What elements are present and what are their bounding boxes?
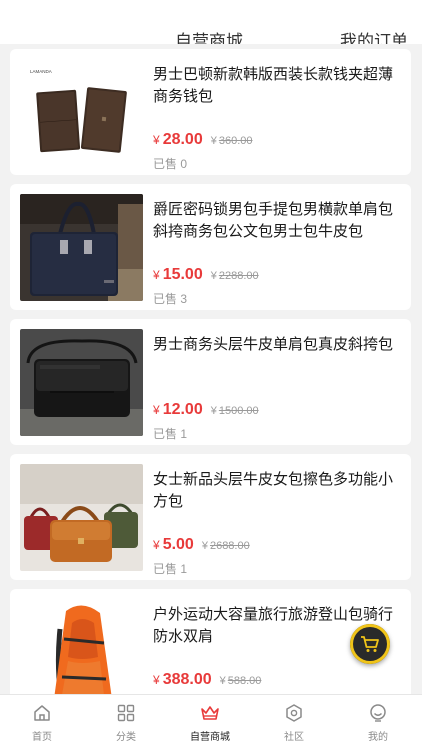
product-card[interactable]: LAMANDA 男士巴顿新款韩版西装长款钱夹超薄商务钱包 ¥ 28.00 ¥ 3…	[10, 49, 411, 175]
tab-self-mall[interactable]: 自营商城	[175, 32, 243, 44]
tab-label: 自营商城	[190, 732, 230, 743]
bottom-tab-bar: 首页 分类 自营商城 社区 我的	[0, 694, 422, 750]
tab-profile[interactable]: 我的	[336, 695, 420, 750]
product-title[interactable]: 爵匠密码锁男包手提包男横款单肩包斜挎商务包公文包男士包牛皮包	[153, 199, 398, 243]
original-price: 2288.00	[218, 270, 259, 282]
crown-icon	[201, 706, 219, 720]
profile-icon	[370, 704, 386, 722]
price-row: ¥ 15.00 ¥ 2288.00	[153, 266, 259, 288]
briefcase-image	[20, 194, 143, 301]
currency-symbol: ¥	[153, 268, 160, 282]
sold-count: 已售 1	[153, 562, 188, 576]
product-title[interactable]: 女士新品头层牛皮女包擦色多功能小方包	[153, 469, 398, 513]
price-row: ¥ 5.00 ¥ 2688.00	[153, 536, 250, 558]
messenger-bag-image	[20, 329, 143, 436]
product-image-handbags[interactable]	[20, 464, 143, 571]
product-list: LAMANDA 男士巴顿新款韩版西装长款钱夹超薄商务钱包 ¥ 28.00 ¥ 3…	[0, 44, 422, 694]
product-card[interactable]: 男士商务头层牛皮单肩包真皮斜挎包 ¥ 12.00 ¥ 1500.00 已售 1	[10, 319, 411, 445]
original-price: 1500.00	[218, 405, 259, 417]
price-row: ¥ 28.00 ¥ 360.00	[153, 131, 253, 153]
community-icon	[286, 704, 302, 722]
price-row: ¥ 12.00 ¥ 1500.00	[153, 401, 259, 423]
tab-label: 分类	[116, 732, 136, 743]
app-screen: 自营商城 我的订单 LAMANDA 男士巴顿新款韩版西装长款钱夹超薄商务钱包 ¥…	[0, 0, 422, 750]
product-image-backpack[interactable]	[20, 599, 143, 694]
currency-symbol: ¥	[153, 673, 160, 687]
original-currency-symbol: ¥	[201, 540, 208, 552]
sold-count: 已售 3	[153, 292, 188, 306]
tab-label: 我的	[368, 732, 388, 743]
tab-category[interactable]: 分类	[84, 695, 168, 750]
product-title[interactable]: 男士商务头层牛皮单肩包真皮斜挎包	[153, 334, 398, 356]
brand-mark: LAMANDA	[30, 69, 52, 74]
original-price: 588.00	[227, 675, 262, 687]
original-price: 2688.00	[209, 540, 250, 552]
product-image-messenger-bag[interactable]	[20, 329, 143, 436]
price-row: ¥ 388.00 ¥ 588.00	[153, 671, 261, 693]
backpack-image	[20, 599, 143, 694]
original-currency-symbol: ¥	[210, 135, 217, 147]
sale-price: 388.00	[162, 671, 212, 688]
category-grid-icon	[117, 704, 135, 722]
original-currency-symbol: ¥	[210, 405, 217, 417]
home-icon	[34, 705, 50, 721]
sale-price: 15.00	[162, 266, 203, 283]
product-card[interactable]: 爵匠密码锁男包手提包男横款单肩包斜挎商务包公文包男士包牛皮包 ¥ 15.00 ¥…	[10, 184, 411, 310]
product-image-wallets[interactable]: LAMANDA	[20, 59, 143, 166]
tab-community[interactable]: 社区	[252, 695, 336, 750]
sale-price: 28.00	[162, 131, 203, 148]
shopping-cart-icon	[361, 636, 379, 652]
tab-label: 首页	[32, 732, 52, 743]
tab-label: 社区	[284, 732, 304, 743]
currency-symbol: ¥	[153, 133, 160, 147]
product-card[interactable]: 女士新品头层牛皮女包擦色多功能小方包 ¥ 5.00 ¥ 2688.00 已售 1	[10, 454, 411, 580]
cart-button[interactable]	[350, 624, 390, 664]
original-currency-symbol: ¥	[210, 270, 217, 282]
original-price: 360.00	[218, 135, 253, 147]
sale-price: 5.00	[162, 536, 194, 553]
original-currency-symbol: ¥	[219, 675, 226, 687]
tab-self-mall-nav[interactable]: 自营商城	[168, 695, 252, 750]
handbags-image	[20, 464, 143, 571]
currency-symbol: ¥	[153, 538, 160, 552]
tab-home[interactable]: 首页	[0, 695, 84, 750]
tab-my-orders[interactable]: 我的订单	[340, 32, 408, 44]
product-image-briefcase[interactable]	[20, 194, 143, 301]
sold-count: 已售 1	[153, 427, 188, 441]
sale-price: 12.00	[162, 401, 203, 418]
sold-count: 已售 0	[153, 157, 188, 171]
product-title[interactable]: 男士巴顿新款韩版西装长款钱夹超薄商务钱包	[153, 64, 398, 108]
top-header: 自营商城 我的订单	[0, 0, 422, 44]
wallet-image: LAMANDA	[20, 59, 143, 166]
currency-symbol: ¥	[153, 403, 160, 417]
